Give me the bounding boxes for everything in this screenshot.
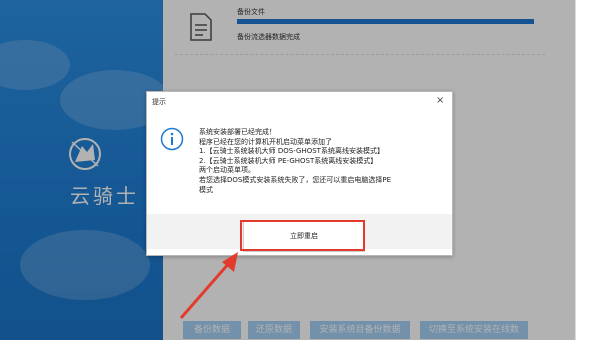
dialog-message: 系统安装部署已经完成！ 程序已经在您的计算机开机启动菜单添加了 1.【云骑士系统… [199, 128, 449, 195]
close-icon[interactable]: × [436, 95, 444, 106]
highlight-box [240, 220, 365, 251]
right-border [575, 0, 576, 340]
dialog-title: 提示 [152, 98, 166, 106]
red-arrow [178, 250, 243, 320]
info-icon [160, 127, 184, 151]
message-line: 1.【云骑士系统装机大师 DOS-GHOST系统离线安装模式】 [199, 147, 384, 156]
message-line: 模式 [199, 185, 213, 194]
message-line: 若您选择DOS模式安装系统失败了，您还可以重启电脑选择PE [199, 175, 391, 184]
message-line: 程序已经在您的计算机开机启动菜单添加了 [199, 137, 332, 146]
message-line: 系统安装部署已经完成！ [199, 128, 276, 136]
message-line: 2.【云骑士系统装机大师 PE-GHOST系统离线安装模式】 [199, 156, 378, 165]
message-line: 两个启动菜单项。 [199, 166, 255, 175]
right-edge-panel [575, 0, 600, 340]
